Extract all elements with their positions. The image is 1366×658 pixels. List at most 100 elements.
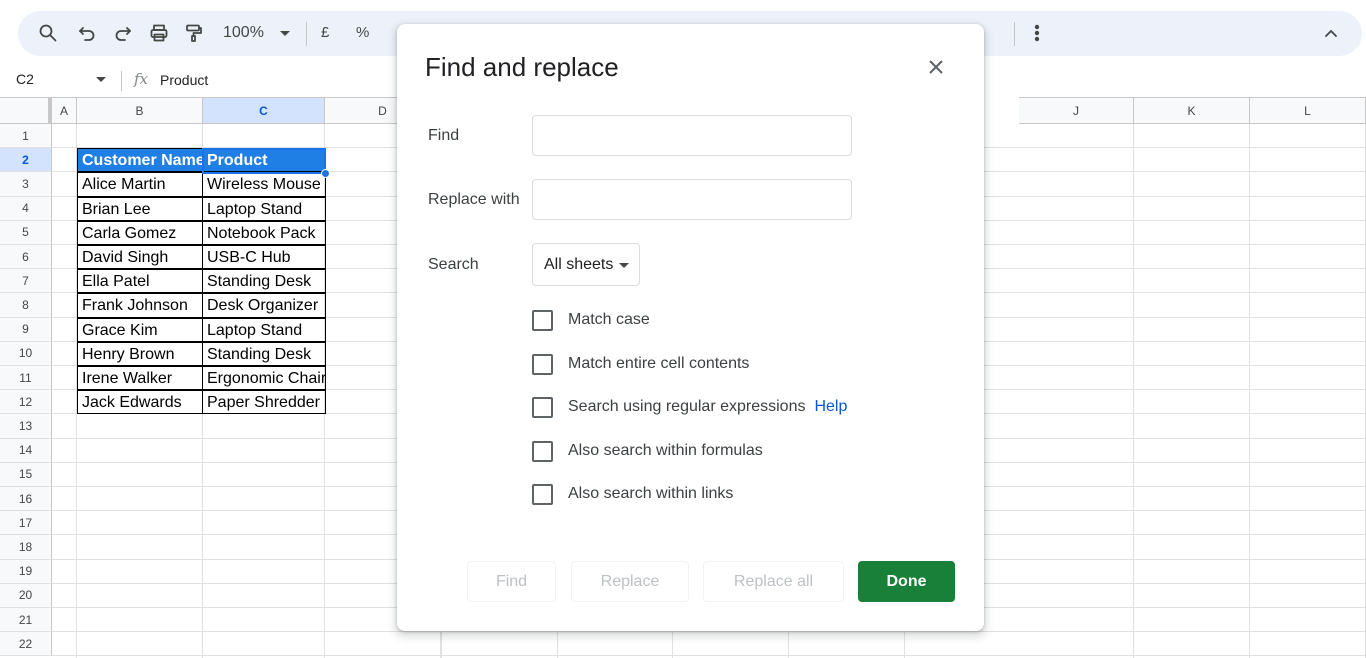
- replace-all-button[interactable]: Replace all: [703, 561, 844, 602]
- row-header-1[interactable]: 1: [0, 124, 52, 149]
- name-box[interactable]: C2: [16, 71, 34, 87]
- replace-button[interactable]: Replace: [571, 561, 689, 602]
- paint-format-icon[interactable]: [178, 17, 210, 49]
- formula-input[interactable]: Product: [160, 72, 208, 88]
- column-header-l[interactable]: L: [1250, 97, 1366, 124]
- table-cell[interactable]: Frank Johnson: [77, 293, 203, 318]
- option-regex[interactable]: Search using regular expressions Help: [532, 395, 847, 419]
- option-match-entire-cell[interactable]: Match entire cell contents: [532, 352, 749, 376]
- row-header-19[interactable]: 19: [0, 559, 52, 584]
- table-cell[interactable]: USB-C Hub: [202, 245, 326, 270]
- column-header-c[interactable]: C: [203, 97, 325, 124]
- table-cell[interactable]: Alice Martin: [77, 172, 203, 197]
- regex-checkbox[interactable]: [532, 396, 553, 418]
- done-button[interactable]: Done: [858, 561, 955, 602]
- regex-label: Search using regular expressions: [568, 398, 806, 415]
- option-within-links[interactable]: Also search within links: [532, 482, 733, 506]
- print-icon[interactable]: [143, 17, 175, 49]
- within-links-checkbox[interactable]: [532, 483, 553, 505]
- table-cell[interactable]: Ergonomic Chair: [202, 366, 326, 391]
- grid-line: [1133, 124, 1134, 658]
- row-header-17[interactable]: 17: [0, 511, 52, 536]
- row-header-20[interactable]: 20: [0, 583, 52, 608]
- undo-icon[interactable]: [71, 17, 103, 49]
- format-currency-button[interactable]: £: [321, 24, 329, 41]
- row-header-22[interactable]: 22: [0, 632, 52, 657]
- within-formulas-checkbox[interactable]: [532, 440, 553, 462]
- row-header-2[interactable]: 2: [0, 148, 52, 173]
- toolbar-divider: [306, 22, 307, 46]
- row-header-21[interactable]: 21: [0, 608, 52, 633]
- help-link[interactable]: Help: [814, 398, 847, 416]
- table-cell[interactable]: Desk Organizer: [202, 293, 326, 318]
- table-cell[interactable]: Carla Gomez: [77, 220, 203, 245]
- zoom-value[interactable]: 100%: [223, 24, 264, 42]
- row-header-13[interactable]: 13: [0, 414, 52, 439]
- row-header-18[interactable]: 18: [0, 535, 52, 560]
- select-all-corner[interactable]: [0, 97, 52, 124]
- table-cell[interactable]: Standing Desk: [202, 341, 326, 366]
- row-header-9[interactable]: 9: [0, 317, 52, 342]
- grid-line: [1249, 124, 1250, 658]
- replace-label: Replace with: [428, 191, 520, 208]
- grid-line: [52, 631, 1366, 633]
- redo-icon[interactable]: [107, 17, 139, 49]
- table-cell[interactable]: Notebook Pack: [202, 220, 326, 245]
- table-cell[interactable]: Irene Walker: [77, 366, 203, 391]
- match-entire-cell-checkbox[interactable]: [532, 353, 553, 375]
- table-cell[interactable]: Paper Shredder: [202, 390, 326, 415]
- name-box-dropdown-icon[interactable]: [96, 77, 106, 82]
- row-header-4[interactable]: 4: [0, 196, 52, 221]
- table-cell[interactable]: Grace Kim: [77, 317, 203, 342]
- row-header-3[interactable]: 3: [0, 172, 52, 197]
- search-label: Search: [428, 256, 479, 273]
- table-cell[interactable]: Henry Brown: [77, 341, 203, 366]
- row-header-14[interactable]: 14: [0, 438, 52, 463]
- row-header-15[interactable]: 15: [0, 462, 52, 487]
- table-cell[interactable]: Wireless Mouse: [202, 172, 326, 197]
- column-header-b[interactable]: B: [77, 97, 203, 124]
- find-input[interactable]: [532, 115, 852, 156]
- search-scope-value: All sheets: [544, 255, 614, 273]
- header-cell-product[interactable]: Product: [202, 148, 326, 173]
- row-header-5[interactable]: 5: [0, 220, 52, 245]
- table-cell[interactable]: Jack Edwards: [77, 390, 203, 415]
- grid-line: [52, 655, 1366, 657]
- row-header-10[interactable]: 10: [0, 341, 52, 366]
- column-header-a[interactable]: A: [52, 97, 77, 124]
- collapse-toolbar-icon[interactable]: [1315, 17, 1347, 49]
- chevron-down-icon: [619, 263, 629, 268]
- row-header-7[interactable]: 7: [0, 269, 52, 294]
- find-button[interactable]: Find: [467, 561, 556, 602]
- search-scope-select[interactable]: All sheets: [532, 243, 640, 286]
- zoom-dropdown-icon[interactable]: [280, 31, 290, 36]
- find-label: Find: [428, 127, 460, 144]
- format-percent-button[interactable]: %: [356, 24, 369, 41]
- close-icon[interactable]: [924, 55, 948, 79]
- row-header-11[interactable]: 11: [0, 366, 52, 391]
- table-cell[interactable]: David Singh: [77, 245, 203, 270]
- row-header-12[interactable]: 12: [0, 390, 52, 415]
- column-header-j[interactable]: J: [1019, 97, 1134, 124]
- fill-handle[interactable]: [321, 169, 330, 178]
- option-match-case[interactable]: Match case: [532, 308, 650, 332]
- table-cell[interactable]: Laptop Stand: [202, 196, 326, 221]
- header-cell-customer-name[interactable]: Customer Name: [77, 148, 203, 173]
- table-cell[interactable]: Laptop Stand: [202, 317, 326, 342]
- row-header-8[interactable]: 8: [0, 293, 52, 318]
- match-case-checkbox[interactable]: [532, 309, 553, 331]
- search-menus-icon[interactable]: [32, 17, 64, 49]
- table-cell[interactable]: Ella Patel: [77, 269, 203, 294]
- dialog-title: Find and replace: [425, 52, 619, 82]
- more-options-icon[interactable]: [1021, 17, 1053, 49]
- table-cell[interactable]: Standing Desk: [202, 269, 326, 294]
- replace-input[interactable]: [532, 179, 852, 220]
- fx-icon: fx: [134, 70, 149, 88]
- option-within-formulas[interactable]: Also search within formulas: [532, 439, 763, 463]
- row-header-16[interactable]: 16: [0, 487, 52, 512]
- toolbar-divider: [1014, 22, 1015, 46]
- table-cell[interactable]: Brian Lee: [77, 196, 203, 221]
- match-case-label: Match case: [568, 311, 650, 328]
- column-header-k[interactable]: K: [1134, 97, 1250, 124]
- row-header-6[interactable]: 6: [0, 245, 52, 270]
